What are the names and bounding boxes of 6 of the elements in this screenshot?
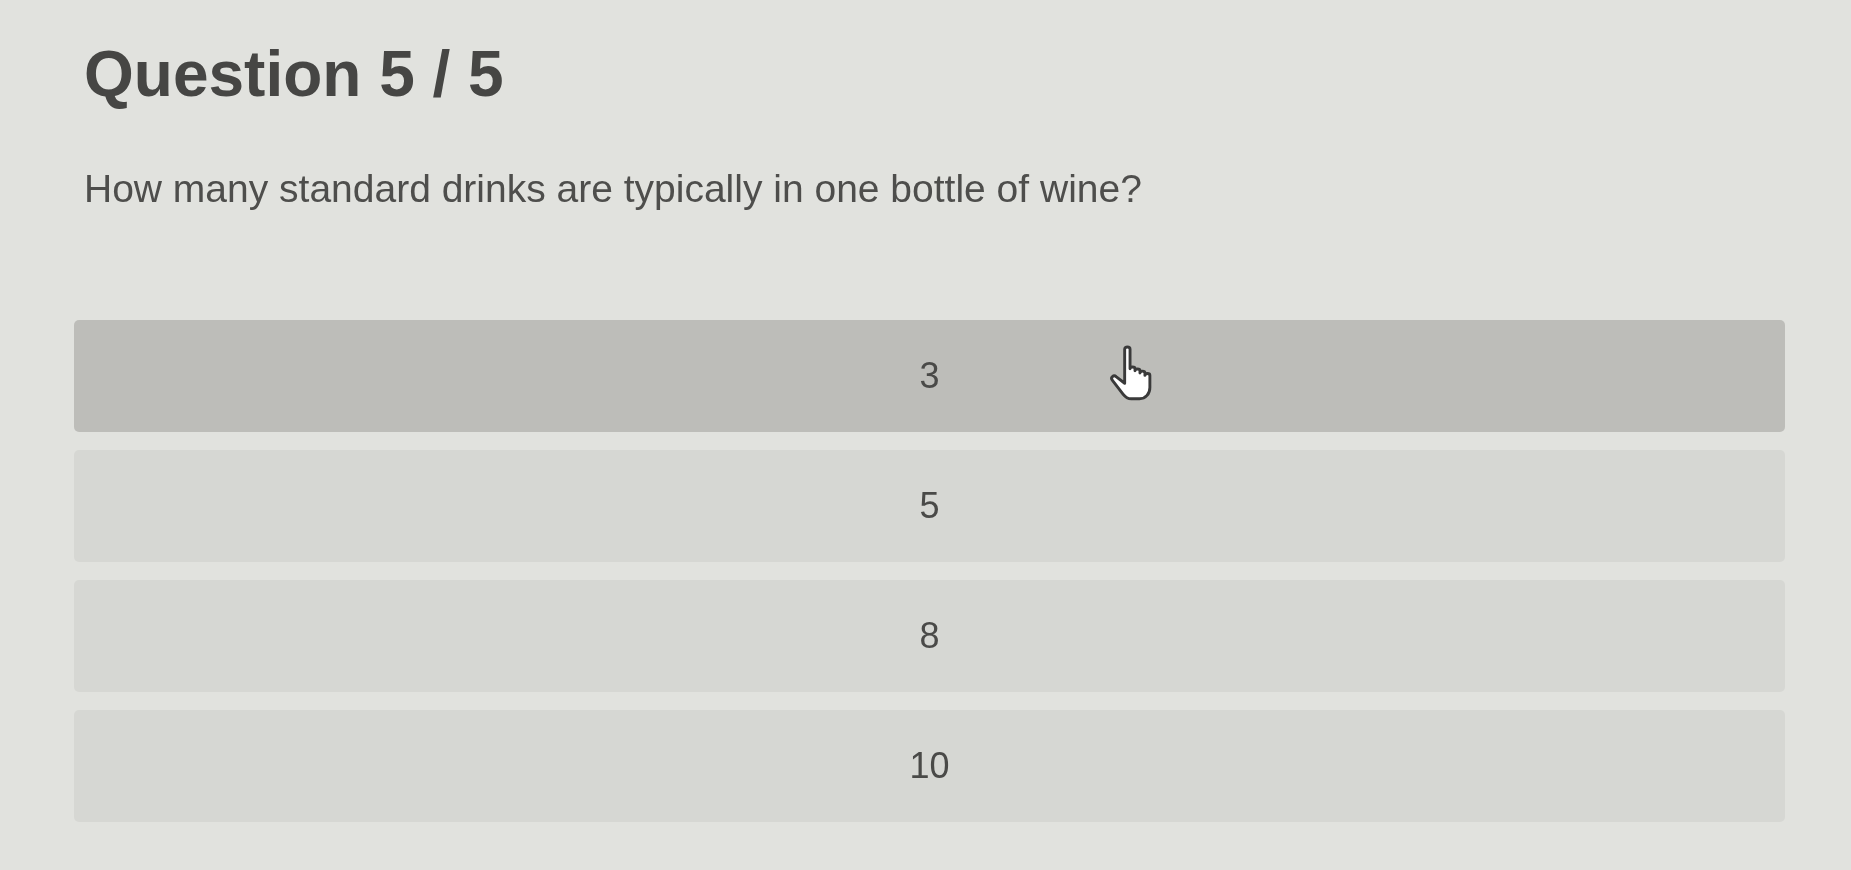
question-title: Question 5 / 5 xyxy=(84,37,504,112)
question-text: How many standard drinks are typically in one bottle of wine? xyxy=(84,166,1142,212)
answer-option[interactable]: 5 xyxy=(74,450,1785,562)
answer-option[interactable]: 10 xyxy=(74,710,1785,822)
answer-option[interactable]: 3 xyxy=(74,320,1785,432)
answer-option[interactable]: 8 xyxy=(74,580,1785,692)
